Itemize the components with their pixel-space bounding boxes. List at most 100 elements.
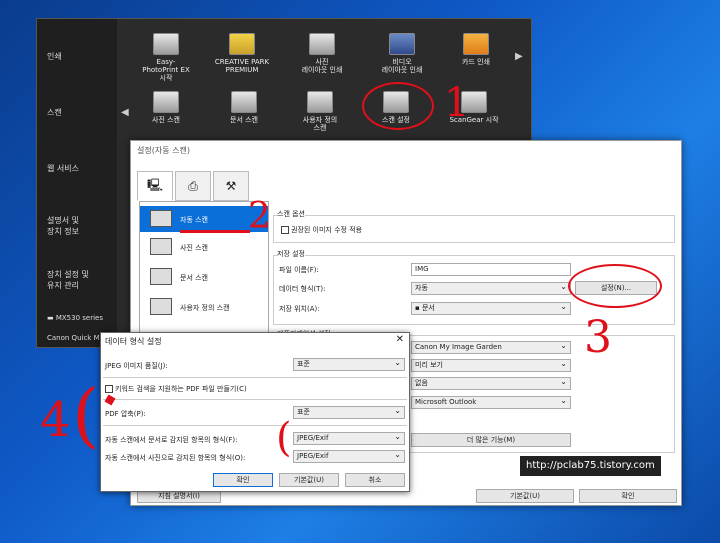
creative-park-icon bbox=[229, 33, 255, 55]
doc-format-select[interactable]: JPEG/Exif bbox=[293, 431, 405, 445]
next-arrow-icon[interactable]: ▶ bbox=[515, 51, 523, 62]
close-icon[interactable]: ✕ bbox=[396, 334, 404, 345]
photo-scan-label: 사진 스캔 bbox=[152, 116, 180, 124]
sidebar-item-web-service[interactable]: 웹 서비스 bbox=[37, 163, 117, 174]
video-layout-print-button[interactable]: 비디오 레이아웃 인쇄 bbox=[367, 33, 437, 74]
dialog-cancel-button[interactable]: 취소 bbox=[345, 473, 405, 487]
sidebar-item-print[interactable]: 인쇄 bbox=[37, 51, 117, 62]
save-location-label: 저장 위치(A): bbox=[279, 305, 320, 313]
data-format-label: 데이터 형식(T): bbox=[279, 285, 326, 293]
easy-photoprint-label: Easy- PhotoPrint EX 시작 bbox=[142, 58, 190, 82]
annotation-ellipse-scan-settings bbox=[362, 82, 434, 130]
file-name-field[interactable]: IMG bbox=[411, 263, 571, 276]
photo-layout-print-button[interactable]: 사진 레이아웃 인쇄 bbox=[287, 33, 357, 74]
divider bbox=[103, 377, 407, 378]
annotation-bracket-formats: ( bbox=[276, 415, 292, 461]
custom-scan-list-icon bbox=[150, 298, 172, 315]
jpeg-quality-label: JPEG 이미지 품질(J): bbox=[105, 362, 168, 370]
document-scan-icon bbox=[231, 91, 257, 113]
divider bbox=[103, 399, 407, 400]
sidebar-item-maintenance[interactable]: 장치 설정 및 유지 관리 bbox=[37, 269, 117, 291]
tab-general-settings[interactable]: ⚒ bbox=[213, 171, 249, 201]
list-item-photo-scan[interactable]: 사진 스캔 bbox=[140, 234, 268, 260]
list-item-custom-scan[interactable]: 사용자 정의 스캔 bbox=[140, 294, 268, 320]
tab-scan-from-panel[interactable]: ⎙ bbox=[175, 171, 211, 201]
sidebar-item-manual[interactable]: 설명서 및 장치 정보 bbox=[37, 215, 117, 237]
divider bbox=[103, 425, 407, 426]
folder-icon: ▪ bbox=[415, 304, 422, 312]
app-select-image-garden[interactable]: Canon My Image Garden bbox=[411, 340, 571, 354]
list-item-label: 사진 스캔 bbox=[180, 244, 208, 252]
annotation-underline bbox=[180, 230, 250, 233]
video-layout-label: 비디오 레이아웃 인쇄 bbox=[381, 58, 423, 74]
easy-photoprint-button[interactable]: Easy- PhotoPrint EX 시작 bbox=[131, 33, 201, 82]
list-item-label: 사용자 정의 스캔 bbox=[180, 304, 230, 312]
ok-button[interactable]: 확인 bbox=[579, 489, 677, 503]
annotation-number-1: 1 bbox=[444, 80, 470, 126]
data-format-dialog: 데이터 형식 설정 ✕ JPEG 이미지 품질(J): 표준 키워드 검색을 지… bbox=[100, 332, 410, 492]
custom-scan-label: 사용자 정의 스캔 bbox=[302, 116, 338, 132]
card-print-button[interactable]: 카드 인쇄 bbox=[441, 33, 511, 66]
keyword-pdf-checkbox[interactable]: 키워드 검색을 지원하는 PDF 파일 만들기(C) bbox=[105, 384, 247, 394]
list-item-label: 문서 스캔 bbox=[180, 274, 208, 282]
quick-menu-sidebar: 인쇄 스캔 웹 서비스 설명서 및 장치 정보 장치 설정 및 유지 관리 ▬ … bbox=[37, 19, 117, 347]
watermark-url: http://pclab75.tistory.com bbox=[520, 456, 661, 476]
keyword-pdf-label: 키워드 검색을 지원하는 PDF 파일 만들기(C) bbox=[115, 385, 247, 393]
document-scan-list-icon bbox=[150, 268, 172, 285]
doc-format-label: 자동 스캔에서 문서로 감지된 항목의 형식(F): bbox=[105, 436, 238, 444]
dialog-defaults-button[interactable]: 기본값(U) bbox=[279, 473, 339, 487]
more-functions-button[interactable]: 더 많은 기능(M) bbox=[411, 433, 571, 447]
save-location-select[interactable]: ▪ 문서 bbox=[411, 301, 571, 315]
list-item-document-scan[interactable]: 문서 스캔 bbox=[140, 264, 268, 290]
dialog-ok-button[interactable]: 확인 bbox=[213, 473, 273, 487]
annotation-ellipse-settings-button bbox=[568, 264, 662, 308]
tools-icon: ⚒ bbox=[225, 179, 237, 193]
save-settings-label: 저장 설정 bbox=[277, 249, 305, 259]
pdf-compression-label: PDF 압축(P): bbox=[105, 410, 146, 418]
photo-scan-list-icon bbox=[150, 238, 172, 255]
annotation-number-4: 4 bbox=[40, 392, 71, 448]
printer-icon: ▬ bbox=[47, 314, 56, 322]
card-print-label: 카드 인쇄 bbox=[462, 58, 490, 66]
app-select-preview[interactable]: 미리 보기 bbox=[411, 358, 571, 372]
app-select-outlook[interactable]: Microsoft Outlook bbox=[411, 395, 571, 409]
document-scan-button[interactable]: 문서 스캔 bbox=[209, 91, 279, 124]
creative-park-button[interactable]: CREATIVE PARK PREMIUM bbox=[207, 33, 277, 74]
custom-scan-icon bbox=[307, 91, 333, 113]
scan-options-label: 스캔 옵션 bbox=[277, 209, 305, 219]
annotation-number-2: 2 bbox=[248, 196, 271, 237]
panel-scan-icon: ⎙ bbox=[188, 178, 198, 193]
photo-format-select[interactable]: JPEG/Exif bbox=[293, 449, 405, 463]
photo-layout-icon bbox=[309, 33, 335, 55]
auto-scan-icon bbox=[150, 210, 172, 227]
defaults-button[interactable]: 기본값(U) bbox=[476, 489, 574, 503]
data-format-select[interactable]: 자동 bbox=[411, 281, 571, 295]
annotation-number-3: 3 bbox=[584, 312, 612, 363]
photo-format-label: 자동 스캔에서 사진으로 감지된 항목의 형식(O): bbox=[105, 454, 246, 462]
app-select-none[interactable]: 없음 bbox=[411, 376, 571, 390]
computer-scan-icon: 🖳 bbox=[146, 177, 163, 192]
document-scan-label: 문서 스캔 bbox=[230, 116, 258, 124]
pdf-compression-select[interactable]: 표준 bbox=[293, 405, 405, 419]
photo-layout-label: 사진 레이아웃 인쇄 bbox=[301, 58, 343, 74]
jpeg-quality-select[interactable]: 표준 bbox=[293, 357, 405, 371]
file-name-label: 파일 이름(F): bbox=[279, 266, 319, 274]
model-name: MX530 series bbox=[55, 314, 103, 322]
custom-scan-button[interactable]: 사용자 정의 스캔 bbox=[285, 91, 355, 132]
model-label: ▬ MX530 series bbox=[37, 313, 117, 324]
creative-park-label: CREATIVE PARK PREMIUM bbox=[214, 58, 270, 74]
photo-scan-icon bbox=[153, 91, 179, 113]
photo-scan-button[interactable]: 사진 스캔 bbox=[131, 91, 201, 124]
annotation-bracket-left: ( bbox=[72, 374, 100, 456]
tab-scan-from-computer[interactable]: 🖳 bbox=[137, 171, 173, 201]
apply-correction-label: 권장된 이미지 수정 적용 bbox=[291, 226, 363, 234]
prev-arrow-icon[interactable]: ◀ bbox=[121, 107, 129, 118]
save-location-value: 문서 bbox=[421, 304, 435, 312]
card-print-icon bbox=[463, 33, 489, 55]
dialog-title: 데이터 형식 설정 bbox=[105, 337, 162, 346]
list-item-label: 자동 스캔 bbox=[180, 216, 208, 224]
easy-photoprint-icon bbox=[153, 33, 179, 55]
apply-correction-checkbox[interactable]: 권장된 이미지 수정 적용 bbox=[281, 225, 362, 235]
settings-title: 설정(자동 스캔) bbox=[137, 146, 190, 155]
sidebar-item-scan[interactable]: 스캔 bbox=[37, 107, 117, 118]
